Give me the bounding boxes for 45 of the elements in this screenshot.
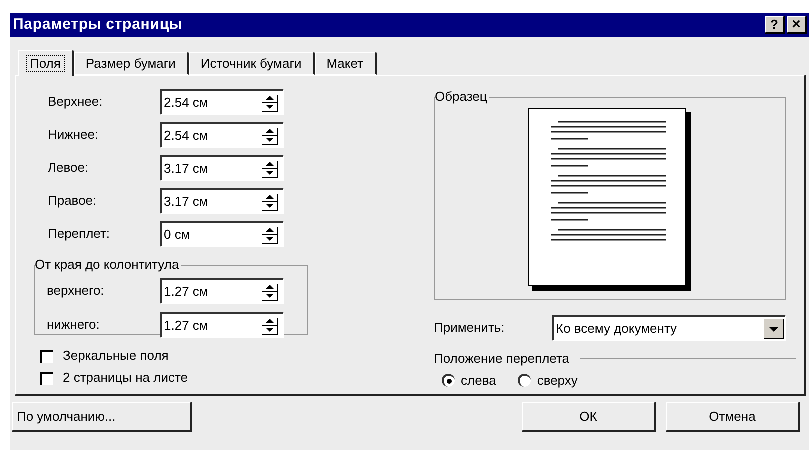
apply-label: Применить: <box>434 319 506 338</box>
radio-button[interactable] <box>442 374 455 387</box>
tab[interactable]: Макет <box>314 52 376 75</box>
close-button[interactable]: × <box>787 16 807 34</box>
spin-field[interactable]: 1.27 см <box>160 278 284 304</box>
checkbox-label[interactable]: 2 страницы на листе <box>63 368 188 388</box>
spin-field[interactable]: 1.27 см <box>160 312 284 338</box>
tab[interactable]: Источник бумаги <box>188 52 315 75</box>
field-label: Нижнее: <box>48 126 100 144</box>
spinner-icon[interactable] <box>261 316 279 334</box>
apply-dropdown[interactable]: Ко всему документу <box>552 315 786 341</box>
cancel-button[interactable]: Отмена <box>666 402 800 432</box>
radio-label[interactable]: слева <box>461 370 496 390</box>
group-title: Положение переплета <box>434 350 571 368</box>
radio-label[interactable]: сверху <box>537 370 578 390</box>
ok-button[interactable]: ОК <box>522 402 656 432</box>
spin-field[interactable]: 3.17 см <box>160 155 284 181</box>
checkbox[interactable] <box>40 372 53 384</box>
radio-button[interactable] <box>518 374 532 387</box>
group-title: Образец <box>435 89 490 105</box>
help-button[interactable]: ? <box>765 16 785 34</box>
checkbox[interactable] <box>40 350 53 362</box>
spin-field[interactable]: 2.54 см <box>160 122 284 148</box>
field-label: Правое: <box>48 192 98 210</box>
field-label: Левое: <box>48 159 90 178</box>
field-label: Переплет: <box>48 225 112 244</box>
spinner-icon[interactable] <box>261 226 279 244</box>
spinner-icon[interactable] <box>261 126 279 144</box>
spinner-icon[interactable] <box>261 192 279 210</box>
field-label: нижнего: <box>47 316 101 334</box>
field-label: Верхнее: <box>48 93 104 112</box>
spinner-icon[interactable] <box>261 160 279 178</box>
dropdown-arrow-icon[interactable] <box>764 318 784 338</box>
spin-field[interactable]: 2.54 см <box>160 89 284 115</box>
field-label: верхнего: <box>47 282 106 300</box>
tab[interactable]: Размер бумаги <box>74 52 189 75</box>
window-title: Параметры страницы <box>13 14 184 35</box>
spinner-icon[interactable] <box>261 94 279 112</box>
spin-field[interactable]: 3.17 см <box>160 188 284 214</box>
group-title: От края до колонтитула <box>35 257 182 273</box>
default-button[interactable]: По умолчанию... <box>12 402 192 432</box>
spin-field[interactable]: 0 см <box>160 221 284 247</box>
spinner-icon[interactable] <box>261 282 279 300</box>
tab[interactable]: Поля <box>18 50 74 76</box>
checkbox-label[interactable]: Зеркальные поля <box>63 346 169 366</box>
